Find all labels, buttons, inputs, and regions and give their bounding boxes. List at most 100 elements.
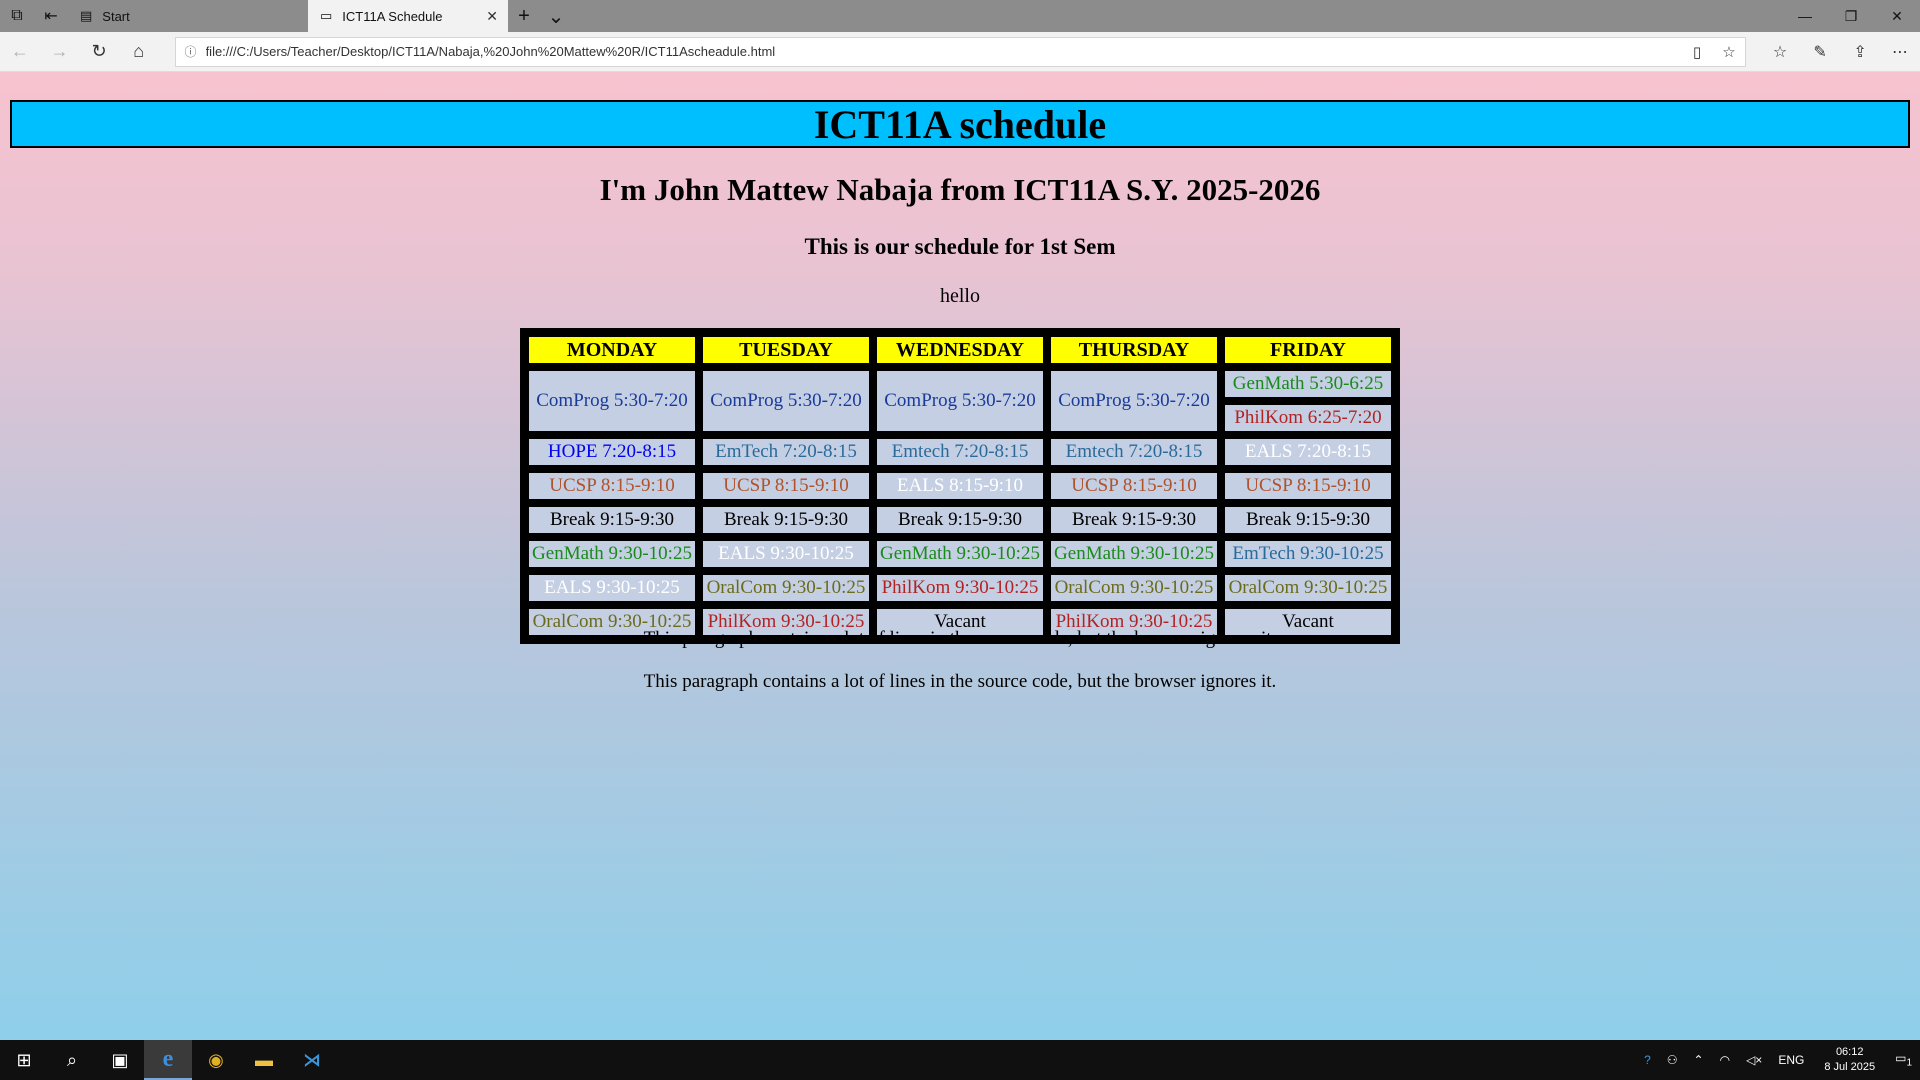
forward-icon[interactable]: → bbox=[40, 32, 80, 72]
schedule-cell: ComProg 5:30-7:20 bbox=[875, 369, 1045, 433]
schedule-cell: Break 9:15-9:30 bbox=[701, 505, 871, 535]
notification-count: 1 bbox=[1906, 1057, 1912, 1069]
network-icon[interactable]: ◠ bbox=[1712, 1053, 1738, 1067]
tab-ict11a-schedule[interactable]: ▭ ICT11A Schedule ✕ bbox=[308, 0, 508, 32]
schedule-cell: Emtech 7:20-8:15 bbox=[875, 437, 1045, 467]
page-subheading: This is our schedule for 1st Sem bbox=[804, 234, 1116, 259]
clock[interactable]: 06:12 8 Jul 2025 bbox=[1812, 1045, 1887, 1075]
refresh-icon[interactable]: ↻ bbox=[79, 32, 119, 72]
schedule-cell: EALS 9:30-10:25 bbox=[527, 573, 697, 603]
home-icon[interactable]: ⌂ bbox=[119, 32, 159, 72]
schedule-cell: GenMath 9:30-10:25 bbox=[1049, 539, 1219, 569]
paragraph: This paragraph contains a lot of lines i… bbox=[643, 628, 1277, 649]
set-tabs-aside-icon[interactable]: ⇤ bbox=[34, 0, 68, 32]
schedule-cell: OralCom 9:30-10:25 bbox=[1223, 573, 1393, 603]
schedule-cell: UCSP 8:15-9:10 bbox=[1223, 471, 1393, 501]
table-row: Break 9:15-9:30 Break 9:15-9:30 Break 9:15… bbox=[527, 505, 1393, 535]
header-tuesday: TUESDAY bbox=[701, 335, 871, 365]
schedule-cell: Break 9:15-9:30 bbox=[875, 505, 1045, 535]
new-tab-icon[interactable]: + bbox=[508, 0, 540, 32]
table-header-row: MONDAY TUESDAY WEDNESDAY THURSDAY FRIDAY bbox=[527, 335, 1393, 365]
task-view-icon[interactable]: ▣ bbox=[96, 1040, 144, 1080]
restore-icon[interactable]: ❐ bbox=[1828, 0, 1874, 32]
tab-page-icon: ▭ bbox=[320, 8, 333, 23]
schedule-cell: Break 9:15-9:30 bbox=[1223, 505, 1393, 535]
header-wednesday: WEDNESDAY bbox=[875, 335, 1045, 365]
schedule-cell: EALS 7:20-8:15 bbox=[1223, 437, 1393, 467]
info-icon[interactable]: ⓘ bbox=[176, 43, 206, 60]
tab-label: Start bbox=[102, 8, 130, 24]
favorite-star-icon[interactable]: ☆ bbox=[1713, 43, 1745, 61]
schedule-cell: ComProg 5:30-7:20 bbox=[527, 369, 697, 433]
schedule-cell: ComProg 5:30-7:20 bbox=[1049, 369, 1219, 433]
close-window-icon[interactable]: ✕ bbox=[1874, 0, 1920, 32]
schedule-cell: Break 9:15-9:30 bbox=[527, 505, 697, 535]
schedule-cell: EALS 9:30-10:25 bbox=[701, 539, 871, 569]
language-indicator[interactable]: ENG bbox=[1770, 1053, 1812, 1067]
search-icon[interactable]: ⌕ bbox=[48, 1040, 96, 1080]
table-row: EALS 9:30-10:25 OralCom 9:30-10:25 PhilKom… bbox=[527, 573, 1393, 603]
volume-muted-icon[interactable]: ◁× bbox=[1738, 1053, 1770, 1067]
chrome-icon[interactable]: ◉ bbox=[192, 1040, 240, 1080]
schedule-cell: UCSP 8:15-9:10 bbox=[527, 471, 697, 501]
tab-page-icon: ▤ bbox=[80, 8, 93, 23]
system-tray: ? ⚇ ⌃ ◠ ◁× ENG 06:12 8 Jul 2025 ▭1 bbox=[1636, 1040, 1920, 1080]
url-text[interactable]: file:///C:/Users/Teacher/Desktop/ICT11A/… bbox=[206, 44, 1681, 59]
chevron-down-icon[interactable]: ⌄ bbox=[540, 0, 572, 32]
schedule-cell: EmTech 9:30-10:25 bbox=[1223, 539, 1393, 569]
schedule-cell: GenMath 9:30-10:25 bbox=[527, 539, 697, 569]
schedule-cell: UCSP 8:15-9:10 bbox=[1049, 471, 1219, 501]
page-heading: I'm John Mattew Nabaja from ICT11A S.Y. … bbox=[599, 172, 1321, 207]
minimize-icon[interactable]: — bbox=[1782, 0, 1828, 32]
tab-manager-icon[interactable]: ⧉ bbox=[0, 0, 34, 32]
page-banner: ICT11A schedule bbox=[10, 100, 1910, 148]
schedule-cell: PhilKom 9:30-10:25 bbox=[875, 573, 1045, 603]
action-center-icon[interactable]: ▭1 bbox=[1887, 1051, 1920, 1068]
browser-tab-bar: ⧉ ⇤ ▤ Start ▭ ICT11A Schedule ✕ + ⌄ — ❐ … bbox=[0, 0, 1920, 32]
address-input[interactable]: ⓘ file:///C:/Users/Teacher/Desktop/ICT11… bbox=[174, 36, 1747, 67]
schedule-table: MONDAY TUESDAY WEDNESDAY THURSDAY FRIDAY… bbox=[520, 328, 1400, 644]
schedule-cell: OralCom 9:30-10:25 bbox=[701, 573, 871, 603]
schedule-cell: Break 9:15-9:30 bbox=[1049, 505, 1219, 535]
header-monday: MONDAY bbox=[527, 335, 697, 365]
tab-label: ICT11A Schedule bbox=[342, 8, 443, 24]
header-thursday: THURSDAY bbox=[1049, 335, 1219, 365]
schedule-cell: EmTech 7:20-8:15 bbox=[701, 437, 871, 467]
share-icon[interactable]: ⇪ bbox=[1840, 42, 1880, 62]
schedule-cell: GenMath 5:30-6:25 bbox=[1223, 369, 1393, 399]
table-row: HOPE 7:20-8:15 EmTech 7:20-8:15 Emtech 7:2… bbox=[527, 437, 1393, 467]
paragraph: This paragraph contains a lot of lines i… bbox=[643, 671, 1277, 692]
header-friday: FRIDAY bbox=[1223, 335, 1393, 365]
page-viewport: ICT11A schedule I'm John Mattew Nabaja f… bbox=[0, 72, 1920, 1040]
schedule-cell: EALS 8:15-9:10 bbox=[875, 471, 1045, 501]
table-row: ComProg 5:30-7:20 ComProg 5:30-7:20 ComP… bbox=[527, 369, 1393, 433]
schedule-cell: HOPE 7:20-8:15 bbox=[527, 437, 697, 467]
reading-view-icon[interactable]: ▯ bbox=[1681, 43, 1713, 61]
help-icon[interactable]: ? bbox=[1636, 1053, 1659, 1067]
edge-browser-icon[interactable]: e bbox=[144, 1040, 192, 1080]
greeting-text: hello bbox=[940, 285, 980, 307]
tab-start[interactable]: ▤ Start bbox=[68, 0, 308, 32]
clock-time: 06:12 bbox=[1835, 1046, 1864, 1058]
back-icon[interactable]: ← bbox=[0, 32, 40, 72]
close-tab-icon[interactable]: ✕ bbox=[486, 8, 498, 25]
address-toolbar: ← → ↻ ⌂ ⓘ file:///C:/Users/Teacher/Deskt… bbox=[0, 32, 1920, 72]
schedule-cell: PhilKom 6:25-7:20 bbox=[1223, 403, 1393, 433]
clock-date: 8 Jul 2025 bbox=[1824, 1061, 1876, 1073]
vscode-icon[interactable]: ⋊ bbox=[288, 1040, 336, 1080]
file-explorer-icon[interactable]: ▬ bbox=[240, 1040, 288, 1080]
windows-taskbar: ⊞ ⌕ ▣ e ◉ ▬ ⋊ ? ⚇ ⌃ ◠ ◁× ENG 06:12 8 Jul… bbox=[0, 1040, 1920, 1080]
schedule-cell: UCSP 8:15-9:10 bbox=[701, 471, 871, 501]
favorites-icon[interactable]: ☆ bbox=[1760, 42, 1800, 62]
schedule-cell: GenMath 9:30-10:25 bbox=[875, 539, 1045, 569]
start-windows-icon[interactable]: ⊞ bbox=[0, 1040, 48, 1080]
table-row: UCSP 8:15-9:10 UCSP 8:15-9:10 EALS 8:15-9:… bbox=[527, 471, 1393, 501]
schedule-cell: ComProg 5:30-7:20 bbox=[701, 369, 871, 433]
table-row: GenMath 9:30-10:25 EALS 9:30-10:25 GenMath… bbox=[527, 539, 1393, 569]
more-icon[interactable]: ⋯ bbox=[1880, 42, 1920, 62]
schedule-cell: Emtech 7:20-8:15 bbox=[1049, 437, 1219, 467]
chevron-up-icon[interactable]: ⌃ bbox=[1686, 1053, 1712, 1067]
pen-icon[interactable]: ✎ bbox=[1800, 42, 1840, 62]
schedule-cell: OralCom 9:30-10:25 bbox=[1049, 573, 1219, 603]
people-icon[interactable]: ⚇ bbox=[1659, 1053, 1686, 1067]
